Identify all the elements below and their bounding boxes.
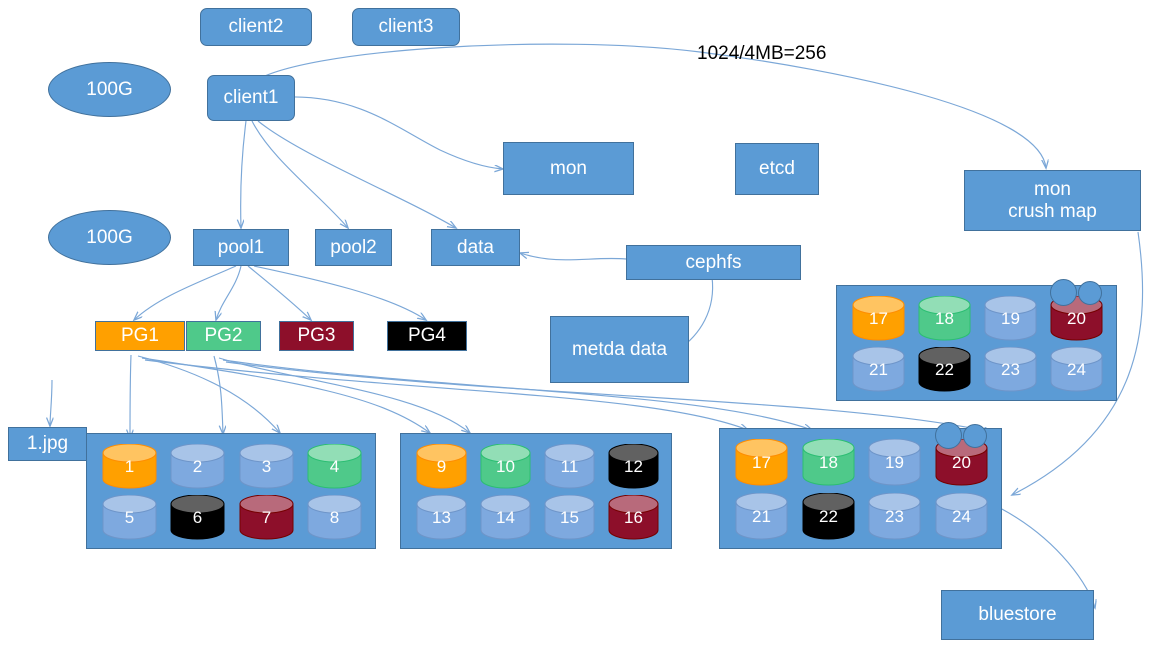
client1-node[interactable]: client1 [207,75,295,121]
osd-disk[interactable]: 13 [416,495,467,540]
metda-data-label: metda data [571,338,668,360]
osd-disk[interactable]: 10 [480,444,531,489]
pg3-label: PG3 [297,325,336,347]
osd-disk[interactable]: 17 [852,296,905,341]
file-label: 1.jpg [26,433,69,455]
osd-disk[interactable]: 5 [102,495,157,540]
osd-disk[interactable]: 11 [544,444,595,489]
osd-disk[interactable]: 6 [170,495,225,540]
pg2-node[interactable]: PG2 [186,321,261,351]
osd-disk[interactable]: 8 [307,495,362,540]
osd-disk[interactable]: 12 [608,444,659,489]
osd-disk[interactable]: 24 [1050,347,1103,392]
osd-group-1[interactable]: 1234 5678 [86,433,376,549]
pg4-node[interactable]: PG4 [387,321,467,351]
osd-disk[interactable]: 19 [868,439,921,486]
pg3-node[interactable]: PG3 [279,321,354,351]
bluestore-node[interactable]: bluestore [941,590,1094,640]
osd-disk[interactable]: 7 [239,495,294,540]
pg1-node[interactable]: PG1 [95,321,185,351]
mon-label: mon [550,157,587,179]
osd-disk[interactable]: 1 [102,444,157,489]
client3-label: client3 [378,16,434,38]
osd-disk[interactable]: 21 [735,493,788,540]
chunk-calculation-label: 1024/4MB=256 [697,43,826,65]
osd-disk[interactable]: 18 [918,296,971,341]
client2-label: client2 [228,16,284,38]
osd-disk[interactable]: 17 [735,439,788,486]
capacity-top-label: 100G [86,78,133,100]
cephfs-label: cephfs [685,251,742,273]
osd-disk[interactable]: 22 [802,493,855,540]
etcd-node[interactable]: etcd [735,143,819,195]
metda-data-node[interactable]: metda data [550,316,689,383]
osd-bubble-icon [1050,279,1077,306]
etcd-label: etcd [759,158,795,180]
pool2-label: pool2 [330,236,377,258]
osd-disk[interactable]: 2 [170,444,225,489]
osd-disk[interactable]: 19 [984,296,1037,341]
osd-group-upper-right[interactable]: 17 18 19 20 21 22 23 24 [836,279,1117,401]
osd-disk[interactable]: 14 [480,495,531,540]
osd-bubble-icon [935,422,962,449]
osd-disk[interactable]: 16 [608,495,659,540]
pool1-node[interactable]: pool1 [193,229,289,266]
pool2-node[interactable]: pool2 [315,229,392,266]
cephfs-node[interactable]: cephfs [626,245,801,280]
osd-group-3[interactable]: 17 18 19 20 21 22 23 24 [719,422,1002,549]
client1-label: client1 [223,87,279,109]
mon-crush-map-label-line2: crush map [1008,200,1097,222]
chunk-calculation-text: 1024/4MB=256 [697,43,827,64]
osd-bubble-icon [1078,281,1102,305]
diagram-canvas: 100G 100G client2 client3 client1 mon et… [0,0,1161,649]
osd-bubble-icon [963,424,987,448]
file-node[interactable]: 1.jpg [8,427,87,461]
mon-node[interactable]: mon [503,142,634,195]
pg1-label: PG1 [120,325,160,347]
data-node[interactable]: data [431,229,520,266]
capacity-ellipse-bottom: 100G [48,210,171,265]
osd-disk[interactable]: 21 [852,347,905,392]
osd-disk[interactable]: 4 [307,444,362,489]
mon-crush-map-label-line1: mon [1034,178,1071,200]
capacity-bottom-label: 100G [86,226,133,248]
pg4-label: PG4 [407,325,447,347]
bluestore-label: bluestore [978,604,1057,626]
osd-disk[interactable]: 18 [802,439,855,486]
osd-disk[interactable]: 22 [918,347,971,392]
data-label: data [457,236,494,258]
pool1-label: pool1 [217,236,265,258]
pg2-label: PG2 [204,325,243,347]
mon-crush-map-node[interactable]: mon crush map [964,170,1141,231]
osd-disk[interactable]: 23 [868,493,921,540]
client2-node[interactable]: client2 [200,8,312,46]
osd-disk[interactable]: 15 [544,495,595,540]
capacity-ellipse-top: 100G [48,62,171,117]
osd-disk[interactable]: 23 [984,347,1037,392]
osd-disk[interactable]: 9 [416,444,467,489]
client3-node[interactable]: client3 [352,8,460,46]
osd-disk[interactable]: 24 [935,493,988,540]
osd-group-2[interactable]: 9 10 11 12 13 14 15 16 [400,433,672,549]
osd-disk[interactable]: 3 [239,444,294,489]
